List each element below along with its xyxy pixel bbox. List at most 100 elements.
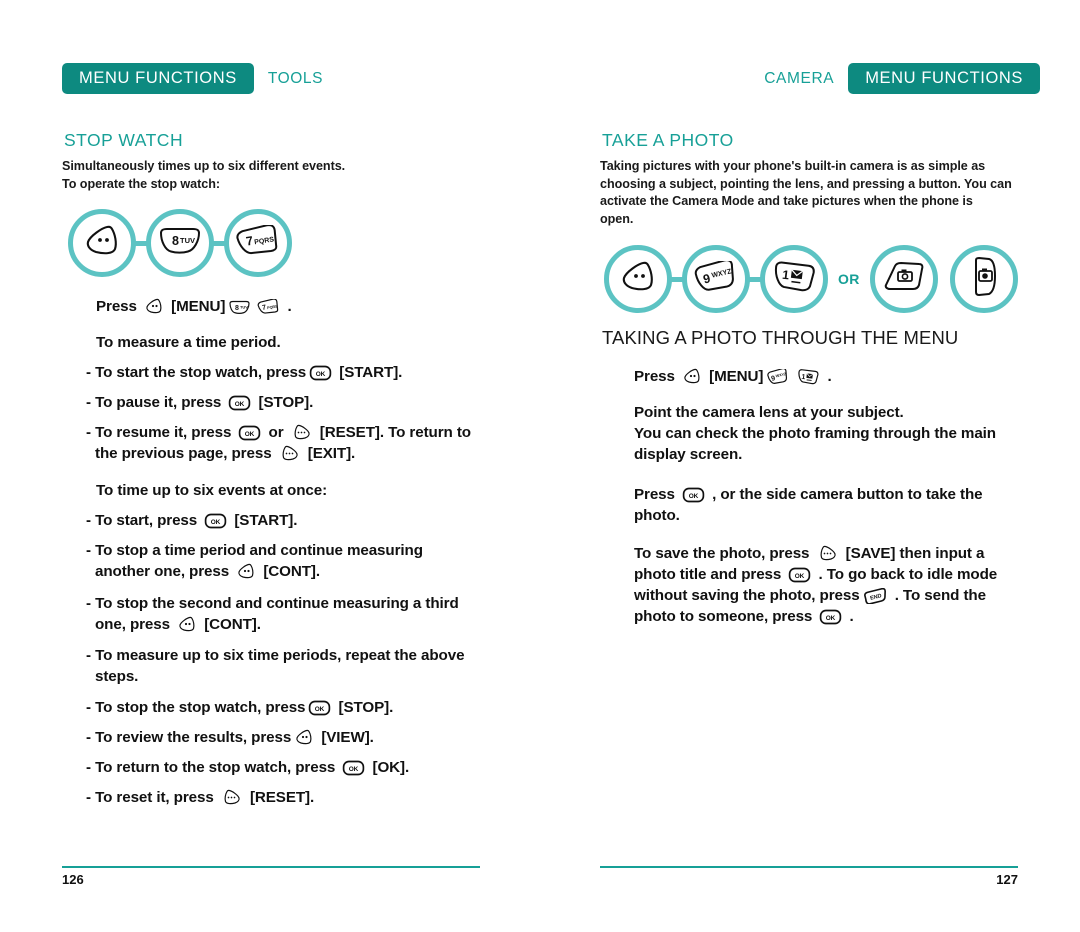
step-text: [OK].	[368, 759, 410, 776]
ok-key-icon: OK	[204, 513, 227, 529]
manual-page-spread: MENU FUNCTIONS TOOLS STOP WATCH Simultan…	[0, 0, 1080, 932]
step-pause-it: - To pause it, press OK [STOP].	[86, 392, 313, 413]
svg-text:OK: OK	[689, 493, 699, 500]
step-text: [START].	[230, 512, 298, 529]
step-text: [CONT].	[259, 563, 320, 580]
step-text: .	[823, 368, 832, 385]
running-head-badge-left: MENU FUNCTIONS	[62, 63, 254, 94]
step-text: , or the side camera button to take the	[708, 486, 983, 503]
softkey-left-icon	[236, 563, 256, 580]
step-stop-the-stop-watch: - To stop the stop watch, press OK [STOP]…	[86, 697, 393, 718]
step-text: .	[283, 298, 292, 315]
running-head-right: CAMERA MENU FUNCTIONS	[764, 63, 1040, 94]
footer-rule-left	[62, 866, 480, 868]
key-circle-softkey-menu	[604, 245, 672, 313]
step-start-press: - To start, press OK [START].	[86, 510, 297, 531]
topic-heading-take-a-photo: TAKE A PHOTO	[602, 130, 734, 150]
numkey-8-icon: 8 TUV	[157, 226, 203, 261]
step-stop-second-continue-third: - To stop the second and continue measur…	[86, 593, 459, 635]
svg-text:OK: OK	[235, 401, 245, 408]
softkey-right-icon	[291, 424, 313, 441]
step-start-stop-watch: - To start the stop watch, press OK [STAR…	[86, 362, 402, 383]
footer-rule-right	[600, 866, 1018, 868]
svg-text:OK: OK	[315, 706, 325, 713]
step-text: [STOP].	[334, 699, 394, 716]
step-text: - To review the results, press	[86, 729, 292, 746]
camera-key-icon	[881, 261, 927, 298]
step-text: Press	[634, 368, 679, 385]
running-head-section-left: TOOLS	[267, 69, 324, 87]
intro-paragraph-left: Simultaneously times up to six different…	[62, 158, 345, 193]
svg-text:OK: OK	[795, 573, 805, 580]
step-save-photo: To save the photo, press [SAVE] then inp…	[634, 543, 997, 627]
step-press-menu-8-7: Press [MENU] 8 TUV 7 PQRS .	[96, 296, 292, 317]
running-head-badge-right: MENU FUNCTIONS	[848, 63, 1040, 94]
running-head-section-right: CAMERA	[764, 69, 835, 87]
step-text: without saving the photo, press	[634, 587, 860, 604]
step-text: or	[264, 424, 288, 441]
key-sequence-diagram-right: 9 WXYZ 1 OR	[604, 245, 1018, 313]
step-resume-it: - To resume it, press OK or [RESET]. To …	[86, 422, 471, 464]
step-text: [RESET].	[245, 789, 315, 806]
step-text: - To start, press	[86, 512, 202, 529]
key-circle-num-8: 8 TUV	[146, 209, 214, 277]
step-text: photo title and press	[634, 566, 786, 583]
step-text: You can check the photo framing through …	[634, 425, 996, 442]
svg-text:OK: OK	[245, 431, 255, 438]
ok-key-icon: OK	[238, 425, 261, 441]
right-page-column: CAMERA MENU FUNCTIONS TAKE A PHOTO Takin…	[540, 0, 1040, 932]
key-sequence-or-label: OR	[838, 271, 860, 287]
step-text: - To reset it, press	[86, 789, 218, 806]
left-page-column: MENU FUNCTIONS TOOLS STOP WATCH Simultan…	[62, 0, 540, 932]
step-text: Press	[96, 298, 141, 315]
step-review-results: - To review the results, press [VIEW].	[86, 727, 374, 748]
svg-text:OK: OK	[349, 766, 359, 773]
numkey-7-icon: 7 PQRS	[235, 223, 281, 262]
step-text: photo to someone, press	[634, 608, 817, 625]
step-text: . To send the	[890, 587, 986, 604]
step-text: - To measure up to six time periods, rep…	[86, 647, 465, 664]
softkey-left-icon	[177, 616, 197, 633]
step-text: [SAVE] then input a	[841, 545, 985, 562]
svg-text:OK: OK	[211, 519, 221, 526]
key-sequence-diagram-left: 8 TUV 7 PQRS	[68, 209, 292, 277]
softkey-left-icon	[144, 298, 164, 315]
step-press-ok-take-photo: Press OK , or the side camera button to …	[634, 484, 983, 526]
step-text: the previous page, press	[95, 445, 276, 462]
svg-text:OK: OK	[316, 371, 326, 378]
svg-text:8: 8	[172, 234, 179, 248]
step-text: display screen.	[634, 446, 743, 463]
step-measure-six-periods: - To measure up to six time periods, rep…	[86, 645, 465, 687]
softkey-left-icon	[294, 729, 314, 746]
intro-line: Simultaneously times up to six different…	[62, 159, 346, 173]
ok-key-icon: OK	[682, 487, 705, 503]
step-text: [STOP].	[254, 394, 314, 411]
intro-line: Taking pictures with your phone's built-…	[600, 159, 986, 173]
svg-text:TUV: TUV	[180, 236, 195, 245]
intro-line: To operate the stop watch:	[62, 176, 220, 191]
running-head-left: MENU FUNCTIONS TOOLS	[62, 63, 323, 94]
step-reset-it: - To reset it, press [RESET].	[86, 787, 314, 808]
step-text: - To pause it, press	[86, 394, 226, 411]
key-circle-num-9: 9 WXYZ	[682, 245, 750, 313]
page-number-left: 126	[62, 872, 84, 887]
softkey-left-menu-icon	[618, 260, 658, 299]
sub-heading-taking-photo-through-menu: TAKING A PHOTO THROUGH THE MENU	[602, 327, 959, 348]
step-return-to-stop-watch: - To return to the stop watch, press OK …	[86, 757, 409, 778]
numkey-1-icon: 1	[796, 369, 820, 385]
step-text: . To go back to idle mode	[814, 566, 998, 583]
ok-key-icon: OK	[308, 700, 331, 716]
key-circle-camera-key	[869, 245, 938, 313]
step-text: - To resume it, press	[86, 424, 236, 441]
step-text: - To stop the stop watch, press	[86, 699, 306, 716]
step-text: [EXIT].	[303, 445, 356, 462]
ok-key-icon: OK	[819, 609, 842, 625]
step-text: - To stop the second and continue measur…	[86, 595, 459, 612]
softkey-right-icon	[279, 445, 301, 462]
step-text: [CONT].	[200, 616, 261, 633]
ok-key-icon: OK	[309, 365, 332, 381]
page-number-right: 127	[996, 872, 1018, 887]
intro-paragraph-right: Taking pictures with your phone's built-…	[600, 158, 1012, 228]
end-key-icon: END	[863, 588, 888, 604]
softkey-right-icon	[221, 789, 243, 806]
